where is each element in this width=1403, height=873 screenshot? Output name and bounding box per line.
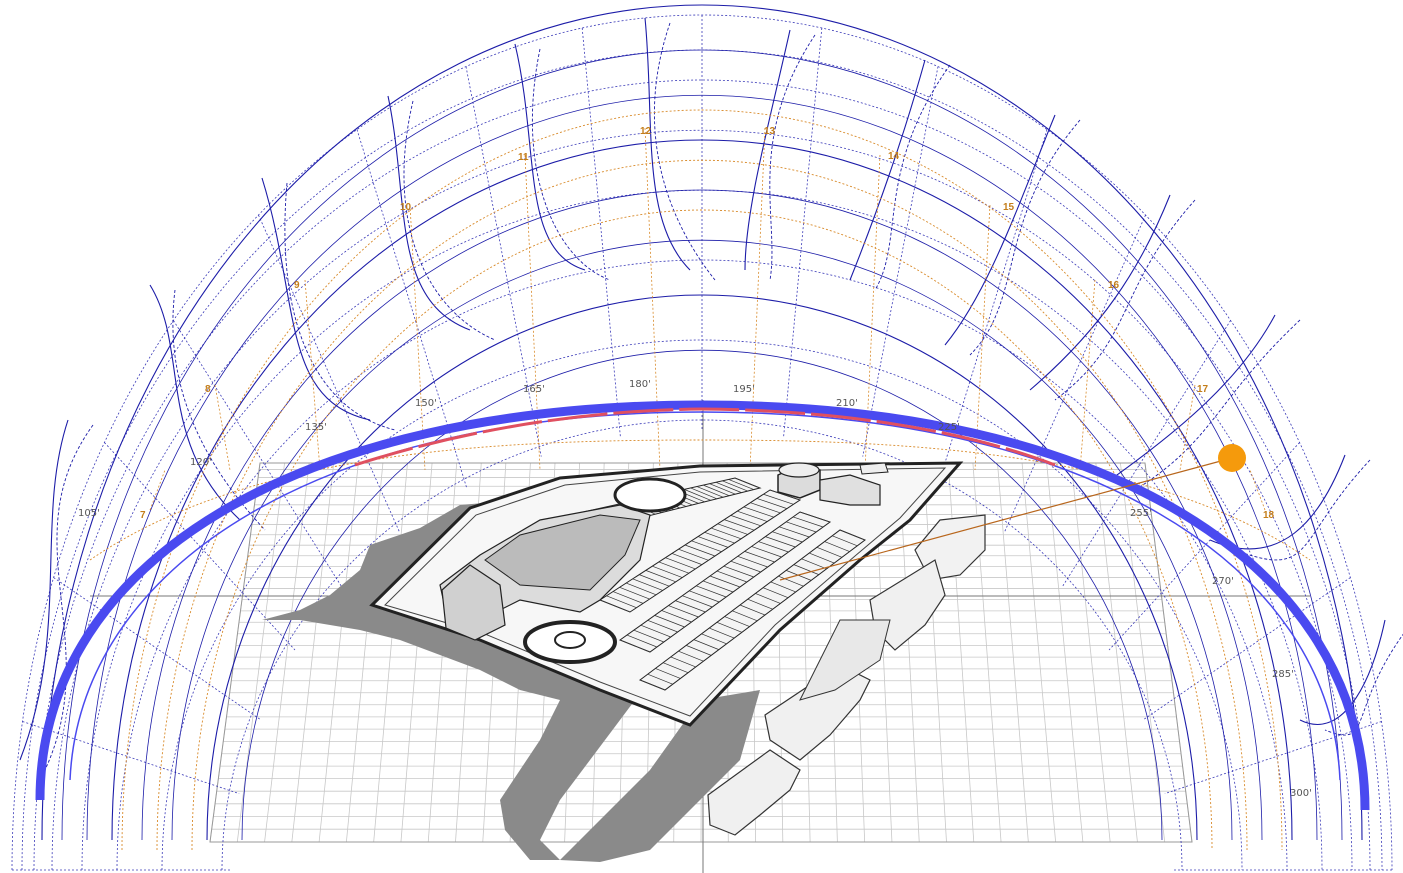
hour-line: [214, 384, 231, 471]
analemma-curve: [744, 29, 791, 271]
sun-path-diagram[interactable]: 105' 120' 135' 150' 165' 180' 195' 210' …: [0, 0, 1403, 873]
north-courtyard: [613, 477, 687, 513]
azimuth-label: 285': [1272, 669, 1294, 680]
dome-meridian: [1164, 721, 1382, 794]
grid-line: [318, 462, 359, 843]
grid-line: [373, 462, 408, 843]
hour-label: 16: [1108, 280, 1120, 291]
azimuth-label: 165': [523, 384, 545, 395]
grid-line: [264, 462, 310, 843]
hour-label: 9: [294, 280, 300, 291]
hour-label: 11: [518, 152, 529, 163]
analemma-curve: [261, 177, 371, 421]
analemma-curve: [19, 419, 69, 761]
hour-line: [644, 127, 661, 471]
hour-label: 13: [764, 126, 776, 137]
analemma-curve: [1029, 194, 1171, 391]
analemma-curve: [284, 182, 396, 431]
azimuth-label: 150': [415, 398, 437, 409]
hour-line: [149, 469, 166, 511]
analemma-curve: [532, 48, 611, 281]
analemma-curve: [769, 34, 816, 281]
hour-label: 7: [140, 510, 146, 521]
analemma-curve: [387, 95, 471, 331]
hour-line: [1249, 469, 1266, 511]
azimuth-label: 195': [733, 384, 755, 395]
rotunda-top: [778, 462, 820, 478]
dome-meridian: [173, 320, 343, 588]
analemma-curve: [874, 64, 951, 291]
hour-label: 14: [888, 151, 900, 162]
sun-icon[interactable]: [1218, 444, 1246, 472]
analemma-curve: [149, 284, 241, 521]
azimuth-label: 225': [938, 422, 960, 433]
building-complex-icon[interactable]: [369, 461, 964, 727]
hour-label: 12: [640, 126, 652, 137]
azimuth-label: 210': [836, 398, 858, 409]
azimuth-label: 300': [1290, 788, 1312, 799]
gate: [859, 462, 889, 475]
hour-line: [1079, 279, 1096, 471]
hour-label: 15: [1003, 202, 1015, 213]
hour-label: 18: [1263, 510, 1275, 521]
grid-line: [345, 462, 384, 843]
azimuth-label: 135': [305, 422, 327, 433]
hour-label: 10: [400, 202, 412, 213]
grid-line: [400, 462, 433, 843]
south-courtyard-core: [554, 631, 586, 649]
grid-line: [291, 462, 335, 843]
analemma-curve: [1234, 459, 1371, 561]
azimuth-label: 180': [629, 379, 651, 390]
hour-label: 17: [1197, 384, 1209, 395]
azimuth-label: 105': [78, 508, 100, 519]
dome-meridian: [22, 721, 240, 794]
hour-labels: 7 8 9 10 11 12 13 14 15 16 17 18: [140, 126, 1275, 521]
analemma-curve: [403, 100, 496, 341]
sun-path-viewport[interactable]: 105' 120' 135' 150' 165' 180' 195' 210' …: [0, 0, 1403, 873]
azimuth-label: 120': [190, 457, 212, 468]
analemma-curve: [944, 114, 1056, 346]
analemma-curve: [849, 59, 926, 281]
azimuth-label: 255': [1130, 508, 1152, 519]
hour-line: [1179, 384, 1196, 471]
azimuth-label: 270': [1212, 576, 1234, 587]
analemma-curve: [644, 17, 691, 271]
hour-label: 8: [205, 384, 211, 395]
